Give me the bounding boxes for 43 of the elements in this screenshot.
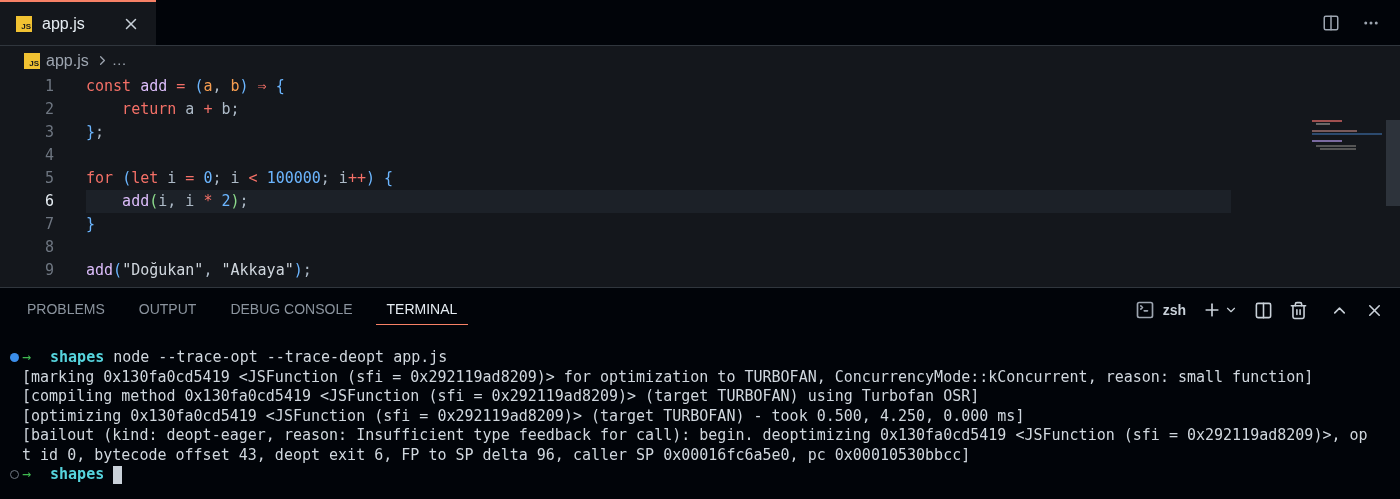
terminal-output: t id 0, bytecode offset 43, deopt exit 6, FP to SP delta 96, caller SP 0x00016fc6a5e0, pc 0x00010530bbcc] bbox=[21, 445, 972, 465]
panel-tab[interactable]: TERMINAL bbox=[375, 295, 469, 325]
javascript-file-icon: JS bbox=[24, 52, 40, 69]
line-number: 6 bbox=[43, 191, 54, 213]
line-number: 9 bbox=[43, 260, 54, 282]
code-line: add("Doğukan", "Akkaya"); bbox=[86, 260, 312, 282]
panel-tab[interactable]: DEBUG CONSOLE bbox=[219, 295, 364, 325]
line-number: 4 bbox=[43, 145, 54, 167]
tab-label: app.js bbox=[42, 13, 85, 34]
code-line: for (let i = 0; i < 100000; i++) { bbox=[86, 168, 394, 190]
line-number: 3 bbox=[43, 122, 54, 144]
terminal-output: [marking 0x130fa0cd5419 <JSFunction (sfi = 0x292119ad8209)> for optimization to TURBOFAN, ConcurrencyMode::kConcurrent, reason: small function] bbox=[21, 367, 1315, 387]
prompt-arrow: → bbox=[22, 348, 32, 368]
code-line: const add = (a, b) ⇒ { bbox=[86, 76, 285, 98]
code-line: add(i, i * 2); bbox=[121, 191, 249, 213]
line-number: 8 bbox=[43, 237, 54, 259]
javascript-file-icon: JS bbox=[16, 15, 32, 32]
terminal-output: [optimizing 0x130fa0cd5419 <JSFunction (sfi = 0x292119ad8209)> (target TURBOFAN) - took 0.500, 4.250, 0.000 ms] bbox=[21, 406, 1026, 426]
code-line: return a + b; bbox=[121, 99, 240, 121]
split-editor-icon[interactable] bbox=[1322, 13, 1340, 32]
line-number: 5 bbox=[43, 168, 54, 190]
line-number: 1 bbox=[43, 76, 54, 98]
terminal-cursor bbox=[113, 465, 123, 484]
line-number: 7 bbox=[43, 214, 54, 236]
breadcrumb-file[interactable]: app.js bbox=[46, 48, 89, 73]
panel-tab[interactable]: OUTPUT bbox=[127, 295, 208, 325]
terminal-icon[interactable] bbox=[1134, 300, 1155, 320]
prompt-arrow: → bbox=[22, 465, 32, 485]
panel-tab[interactable]: PROBLEMS bbox=[16, 295, 116, 325]
editor-tab[interactable]: JS app.js bbox=[0, 0, 156, 45]
prompt-directory: shapes bbox=[50, 348, 105, 368]
code-line: }; bbox=[86, 122, 105, 144]
scrollbar[interactable] bbox=[1386, 120, 1400, 206]
trash-icon[interactable] bbox=[1289, 300, 1308, 320]
terminal-profile[interactable]: zsh bbox=[1162, 299, 1186, 321]
prompt-directory: shapes bbox=[50, 465, 105, 485]
terminal-command: node --trace-opt --trace-deopt app.js bbox=[113, 348, 448, 368]
line-number: 2 bbox=[43, 99, 54, 121]
code-line: } bbox=[86, 214, 96, 236]
terminal-output: [bailout (kind: deopt-eager, reason: Insufficient type feedback for call): begin. deoptimizing 0x130fa0cd5419 <JSFunction (sfi = 0x292119ad8209)>, op bbox=[21, 426, 1369, 446]
terminal-output: [compiling method 0x130fa0cd5419 <JSFunction (sfi = 0x292119ad8209)> (target TURBOFAN) using Turbofan OSR] bbox=[21, 387, 981, 407]
breadcrumb-more[interactable]: … bbox=[111, 49, 127, 72]
split-terminal-icon[interactable] bbox=[1254, 300, 1273, 320]
